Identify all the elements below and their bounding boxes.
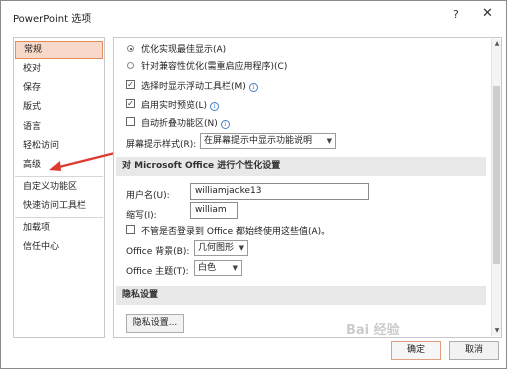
initials-label: 缩写(I): [126, 211, 157, 221]
collapse-ribbon-label: 自动折叠功能区(N) i [141, 116, 230, 129]
always-use-label: 不管是否登录到 Office 都始终使用这些值(A)。 [141, 227, 331, 237]
office-background-label: Office 背景(B): [126, 247, 190, 257]
office-background-select[interactable]: 几何图形 ▼ [194, 240, 248, 256]
nav-item-quick-access-toolbar[interactable]: 快速访问工具栏 [15, 197, 103, 215]
nav-item-general[interactable]: 常规 [15, 41, 103, 59]
chevron-down-icon: ▼ [232, 264, 238, 272]
vertical-scrollbar[interactable]: ▲ ▼ [491, 39, 501, 336]
scroll-down-icon[interactable]: ▼ [492, 326, 501, 336]
always-use-checkbox[interactable] [126, 225, 135, 234]
close-button[interactable]: ✕ [482, 6, 493, 21]
nav-item-trust-center[interactable]: 信任中心 [15, 238, 103, 256]
scroll-up-icon[interactable]: ▲ [492, 39, 501, 49]
compatibility-radio[interactable] [127, 62, 134, 69]
nav-item-proofing[interactable]: 校对 [15, 60, 103, 78]
nav-item-layout[interactable]: 版式 [15, 98, 103, 116]
cancel-button[interactable]: 取消 [449, 341, 499, 360]
personalize-section-header: 对 Microsoft Office 进行个性化设置 [116, 157, 486, 176]
office-theme-select[interactable]: 白色 ▼ [194, 260, 242, 276]
info-icon[interactable]: i [210, 102, 220, 111]
nav-item-customize-ribbon[interactable]: 自定义功能区 [15, 178, 103, 196]
chevron-down-icon: ▼ [238, 244, 244, 252]
help-button[interactable]: ? [453, 8, 459, 21]
tooltip-style-select[interactable]: 在屏幕提示中显示功能说明 ▼ [200, 133, 336, 149]
nav-divider [15, 176, 103, 177]
ok-button[interactable]: 确定 [391, 341, 441, 360]
info-icon[interactable]: i [220, 120, 230, 129]
nav-item-language[interactable]: 语言 [15, 118, 103, 136]
privacy-section-header: 隐私设置 [116, 286, 486, 305]
compatibility-label: 针对兼容性优化(需重启应用程序)(C) [141, 62, 288, 72]
info-icon[interactable]: i [248, 83, 258, 92]
best-appearance-radio[interactable] [127, 45, 134, 52]
username-label: 用户名(U): [126, 191, 170, 201]
watermark: Bai 经验 [346, 323, 400, 338]
general-settings-panel: 优化实现最佳显示(A) 针对兼容性优化(需重启应用程序)(C) ✓ 选择时显示浮… [113, 37, 502, 338]
mini-toolbar-label: 选择时显示浮动工具栏(M) i [141, 79, 258, 92]
chevron-down-icon: ▼ [326, 137, 332, 145]
nav-item-add-ins[interactable]: 加载项 [15, 219, 103, 237]
options-category-list: 常规 校对 保存 版式 语言 轻松访问 高级 自定义功能区 快速访问工具栏 加载… [13, 37, 105, 338]
privacy-settings-button[interactable]: 隐私设置... [126, 314, 184, 333]
live-preview-label: 启用实时预览(L) i [141, 98, 220, 111]
username-input[interactable]: williamjacke13 [190, 183, 369, 200]
live-preview-checkbox[interactable]: ✓ [126, 99, 135, 108]
tooltip-style-label: 屏幕提示样式(R): [126, 140, 197, 150]
red-arrow-annotation [49, 151, 116, 171]
options-dialog: PowerPoint 选项 ? ✕ 常规 校对 保存 版式 语言 轻松访问 高级… [0, 0, 507, 369]
title-bar: PowerPoint 选项 ? ✕ [1, 1, 506, 31]
dialog-title: PowerPoint 选项 [13, 14, 92, 25]
best-appearance-label: 优化实现最佳显示(A) [141, 45, 227, 55]
scrollbar-thumb[interactable] [493, 86, 500, 264]
collapse-ribbon-checkbox[interactable] [126, 117, 135, 126]
nav-divider [15, 217, 103, 218]
office-theme-label: Office 主题(T): [126, 267, 189, 277]
initials-input[interactable]: william [190, 202, 238, 219]
mini-toolbar-checkbox[interactable]: ✓ [126, 80, 135, 89]
nav-item-save[interactable]: 保存 [15, 79, 103, 97]
